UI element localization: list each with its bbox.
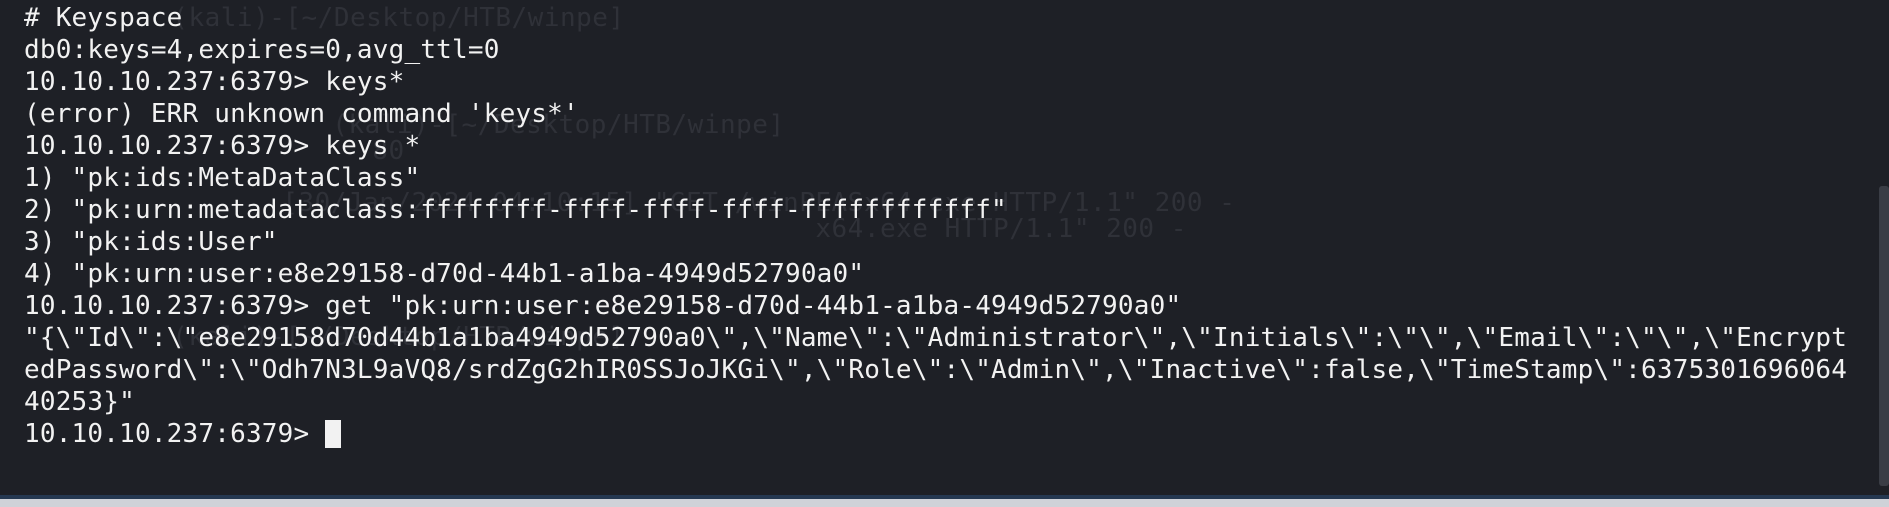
output-line: 2) "pk:urn:metadataclass:ffffffff-ffff-f… [24,195,1007,225]
output-line: 40253}" [24,387,135,417]
output-line: 4) "pk:urn:user:e8e29158-d70d-44b1-a1ba-… [24,259,865,289]
output-line: 3) "pk:ids:User" [24,227,278,257]
output-line: 10.10.10.237:6379> keys* [24,67,405,97]
output-line: 10.10.10.237:6379> get "pk:urn:user:e8e2… [24,291,1182,321]
output-line: # Keyspace [24,3,183,33]
output-line: 10.10.10.237:6379> keys * [24,131,421,161]
output-line: (error) ERR unknown command 'keys*' [24,99,579,129]
output-line: 1) "pk:ids:MetaDataClass" [24,163,421,193]
vertical-scrollbar[interactable] [1879,186,1889,486]
output-line: db0:keys=4,expires=0,avg_ttl=0 [24,35,500,65]
prompt-text: 10.10.10.237:6379> [24,419,326,449]
output-line: "{\"Id\":\"e8e29158d70d44b1a1ba4949d5279… [24,323,1848,353]
terminal-output[interactable]: # Keyspace db0:keys=4,expires=0,avg_ttl=… [24,2,1874,450]
terminal-window[interactable]: (kali)-[~/Desktop/HTB/winpe] (kali)-[~/D… [0,0,1889,507]
output-line: edPassword\":\"Odh7N3L9aVQ8/srdZgG2hIR0S… [24,355,1848,385]
text-cursor [325,420,342,448]
command-input-line[interactable]: 10.10.10.237:6379> [24,418,1874,450]
window-bottom-border [0,499,1889,507]
